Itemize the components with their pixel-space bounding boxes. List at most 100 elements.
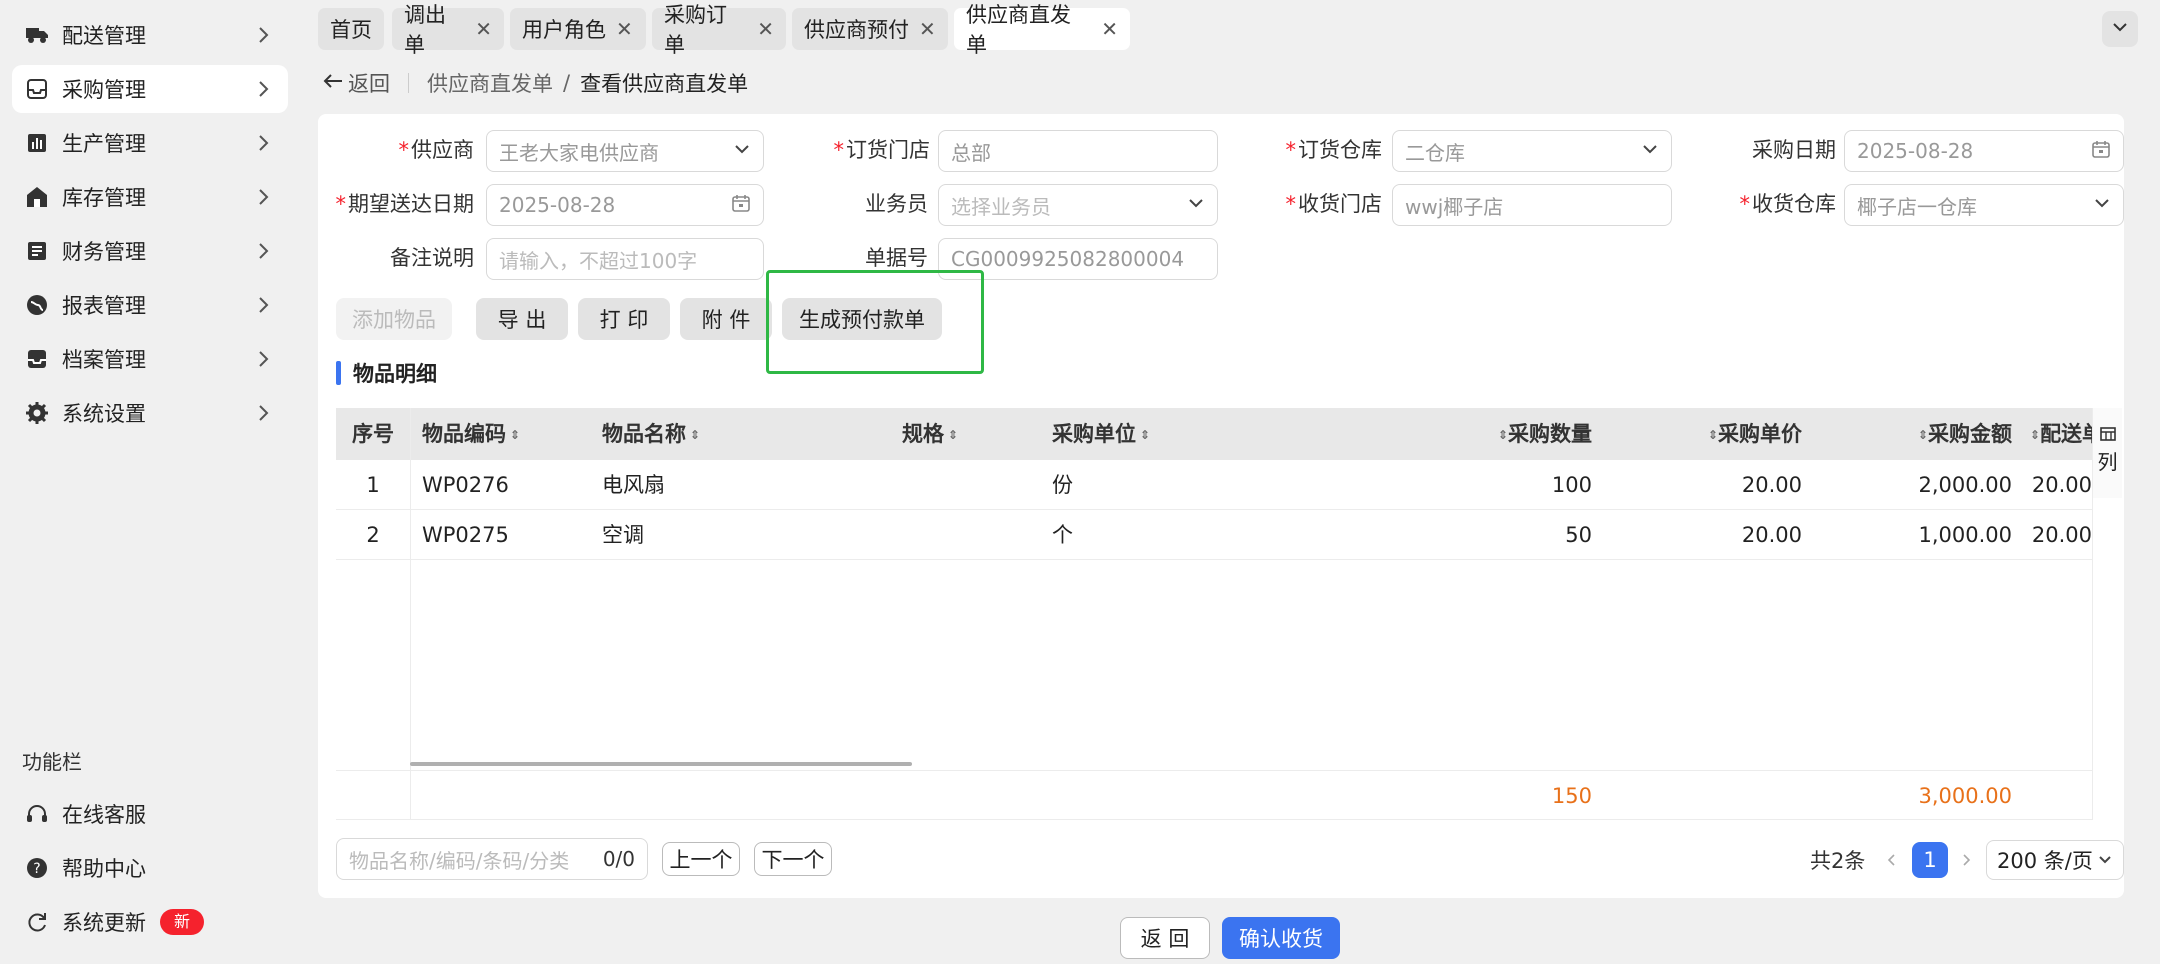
system-update-item[interactable]: 系统更新 新 bbox=[12, 898, 288, 946]
cell-price: 20.00 bbox=[1741, 473, 1802, 497]
sort-icon[interactable]: ⇕ bbox=[2030, 429, 2040, 441]
page-size-value: 200 条/页 bbox=[1997, 849, 2093, 873]
cell-amount: 1,000.00 bbox=[1918, 523, 2012, 547]
sidebar-item-finance[interactable]: 财务管理 bbox=[12, 227, 288, 275]
page-size-select[interactable]: 200 条/页 bbox=[1986, 840, 2124, 880]
sort-icon[interactable]: ⇕ bbox=[948, 429, 958, 441]
order-warehouse-select[interactable]: 二仓库 bbox=[1392, 130, 1672, 172]
tab-home-abs[interactable]: 首页 bbox=[318, 8, 384, 50]
add-item-button[interactable]: 添加物品 bbox=[336, 298, 452, 340]
order-store-field[interactable]: 总部 bbox=[938, 130, 1218, 172]
inbox-icon bbox=[24, 76, 50, 102]
help-center-item[interactable]: ? 帮助中心 bbox=[12, 844, 288, 892]
house-icon bbox=[24, 184, 50, 210]
item-search-input[interactable]: 物品名称/编码/条码/分类 0/0 bbox=[336, 838, 648, 880]
col-name[interactable]: 物品名称 ⇕ bbox=[602, 408, 700, 460]
remark-input[interactable]: 请输入，不超过100字 bbox=[486, 238, 764, 280]
purchase-date-picker[interactable]: 2025-08-28 bbox=[1844, 130, 2124, 172]
horizontal-scrollbar[interactable] bbox=[410, 762, 912, 766]
sort-icon[interactable]: ⇕ bbox=[510, 429, 520, 441]
confirm-receipt-button[interactable]: 确认收货 bbox=[1222, 917, 1340, 959]
export-button[interactable]: 导 出 bbox=[476, 298, 568, 340]
function-item-label: 系统更新 bbox=[62, 911, 146, 935]
sidebar-item-production[interactable]: 生产管理 bbox=[12, 119, 288, 167]
sort-icon[interactable]: ⇕ bbox=[1708, 429, 1718, 441]
col-unit[interactable]: 采购单位 ⇕ bbox=[1052, 408, 1150, 460]
attach-label: 附 件 bbox=[701, 308, 751, 332]
chevron-right-icon bbox=[252, 348, 274, 370]
sidebar-item-settings[interactable]: 系统设置 bbox=[12, 389, 288, 437]
tab-supplier-direct[interactable]: 供应商直发单 ✕ bbox=[954, 3, 1130, 57]
attach-button[interactable]: 附 件 bbox=[680, 298, 772, 340]
supplier-select[interactable]: 王老大家电供应商 bbox=[486, 130, 764, 172]
salesman-select[interactable]: 选择业务员 bbox=[938, 184, 1218, 226]
calendar-icon bbox=[2091, 139, 2111, 164]
chevron-left-icon[interactable] bbox=[1884, 840, 1900, 880]
back-button[interactable]: 返 回 bbox=[1120, 917, 1210, 959]
chevron-right-icon[interactable] bbox=[1958, 840, 1974, 880]
breadcrumb: 供应商直发单 / 查看供应商直发单 bbox=[408, 68, 748, 98]
order-store-label: *订货门店 bbox=[833, 138, 931, 162]
close-icon[interactable]: ✕ bbox=[475, 17, 492, 41]
tab-label: 首页 bbox=[330, 18, 372, 42]
receive-warehouse-label: *收货仓库 bbox=[1739, 192, 1837, 216]
online-service-item[interactable]: 在线客服 bbox=[12, 790, 288, 838]
back-link[interactable]: 返回 bbox=[322, 68, 390, 98]
chevron-down-icon bbox=[1187, 193, 1205, 217]
receive-warehouse-select[interactable]: 椰子店一仓库 bbox=[1844, 184, 2124, 226]
col-qty[interactable]: ⇕采购数量 bbox=[1364, 408, 1592, 460]
sidebar-item-inventory[interactable]: 库存管理 bbox=[12, 173, 288, 221]
tray-icon bbox=[24, 346, 50, 372]
col-spec[interactable]: 规格 ⇕ bbox=[902, 408, 958, 460]
close-icon[interactable]: ✕ bbox=[919, 17, 936, 41]
sort-icon[interactable]: ⇕ bbox=[1498, 429, 1508, 441]
purchase-date-label: 采购日期 bbox=[1752, 138, 1836, 162]
close-icon[interactable]: ✕ bbox=[616, 17, 633, 41]
sidebar-item-archives[interactable]: 档案管理 bbox=[12, 335, 288, 383]
tab-transfer-out-abs[interactable]: 调出单 ✕ bbox=[392, 3, 504, 57]
ledger-icon bbox=[24, 238, 50, 264]
doc-no-value: CG0009925082800004 bbox=[951, 247, 1185, 271]
tab-user-role[interactable]: 用户角色 ✕ bbox=[510, 8, 646, 50]
col-dprice[interactable]: ⇕配送单价 bbox=[2026, 408, 2092, 460]
print-button[interactable]: 打 印 bbox=[578, 298, 670, 340]
tab-label: 供应商直发单 bbox=[966, 3, 1071, 57]
sidebar: 配送管理 采购管理 生产管理 库存管理 财务管理 报表管理 档案管理 系统设置 … bbox=[0, 0, 300, 964]
tab-menu-button[interactable] bbox=[2102, 11, 2138, 47]
prev-match-button[interactable]: 上一个 bbox=[662, 842, 740, 876]
close-icon[interactable]: ✕ bbox=[1101, 17, 1118, 41]
sidebar-item-label: 档案管理 bbox=[62, 348, 146, 372]
sort-icon[interactable]: ⇕ bbox=[690, 429, 700, 441]
sort-icon[interactable]: ⇕ bbox=[1140, 429, 1150, 441]
breadcrumb-parent[interactable]: 供应商直发单 bbox=[427, 68, 553, 98]
tab-supplier-prepay[interactable]: 供应商预付 ✕ bbox=[792, 8, 948, 50]
order-warehouse-value: 二仓库 bbox=[1405, 140, 1465, 165]
next-match-button[interactable]: 下一个 bbox=[754, 842, 832, 876]
col-no: 序号 bbox=[352, 422, 394, 446]
col-price[interactable]: ⇕采购单价 bbox=[1606, 408, 1802, 460]
col-amount[interactable]: ⇕采购金额 bbox=[1816, 408, 2012, 460]
sidebar-item-delivery[interactable]: 配送管理 bbox=[12, 11, 288, 59]
cell-code: WP0276 bbox=[422, 473, 509, 497]
receive-store-field[interactable]: wwj椰子店 bbox=[1392, 184, 1672, 226]
help-icon: ? bbox=[24, 855, 50, 881]
sidebar-item-label: 配送管理 bbox=[62, 24, 146, 48]
sidebar-item-purchase[interactable]: 采购管理 bbox=[12, 65, 288, 113]
chevron-right-icon bbox=[252, 402, 274, 424]
function-item-label: 在线客服 bbox=[62, 803, 146, 827]
total-count: 共2条 bbox=[1810, 849, 1866, 873]
column-settings-button[interactable]: 列 bbox=[2092, 408, 2122, 498]
table-row[interactable]: 1 WP0276 电风扇 份 100 20.00 2,000.00 20.00 bbox=[336, 460, 2092, 510]
chevron-right-icon bbox=[252, 186, 274, 208]
breadcrumb-divider bbox=[408, 73, 409, 93]
col-code[interactable]: 物品编码 ⇕ bbox=[422, 408, 520, 460]
tab-purchase-order[interactable]: 采购订单 ✕ bbox=[652, 3, 786, 57]
table-row[interactable]: 2 WP0275 空调 个 50 20.00 1,000.00 20.00 bbox=[336, 510, 2092, 560]
sidebar-item-reports[interactable]: 报表管理 bbox=[12, 281, 288, 329]
page-1-button[interactable]: 1 bbox=[1912, 842, 1948, 878]
close-icon[interactable]: ✕ bbox=[757, 17, 774, 41]
sort-icon[interactable]: ⇕ bbox=[1918, 429, 1928, 441]
expected-date-picker[interactable]: 2025-08-28 bbox=[486, 184, 764, 226]
next-match-label: 下一个 bbox=[761, 848, 825, 872]
item-search-count: 0/0 bbox=[602, 847, 635, 871]
